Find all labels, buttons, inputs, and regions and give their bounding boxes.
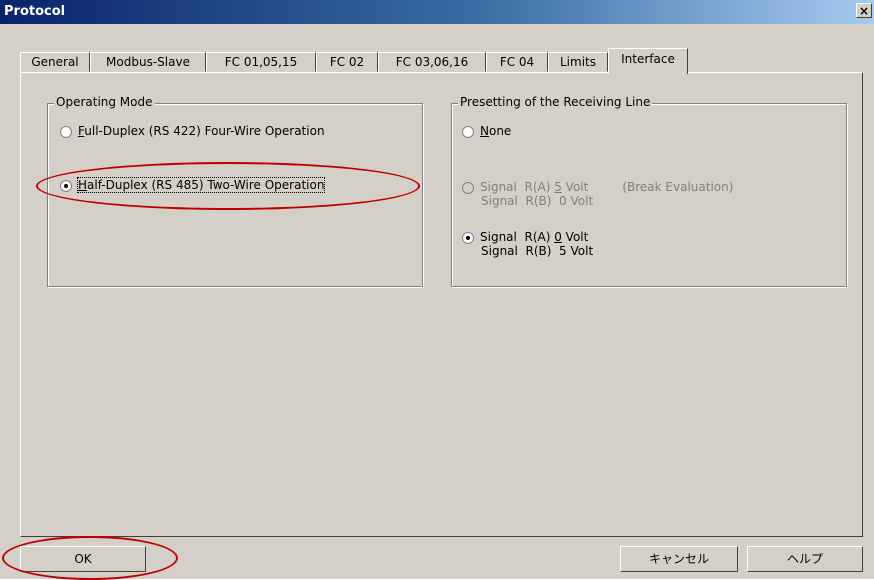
cancel-button[interactable]: キャンセル bbox=[620, 546, 738, 572]
tab-fc-04[interactable]: FC 04 bbox=[486, 52, 548, 72]
tab-label: Interface bbox=[621, 52, 675, 66]
help-button[interactable]: ヘルプ bbox=[747, 546, 863, 572]
tab-label: Modbus-Slave bbox=[106, 55, 190, 69]
protocol-dialog: Protocol × General Modbus-Slave FC 01,05… bbox=[0, 0, 874, 580]
preset-none-label: None bbox=[480, 124, 511, 138]
tab-label: Limits bbox=[560, 55, 596, 69]
volt-text: Volt bbox=[561, 180, 589, 194]
preset-option-break-eval[interactable]: Signal R(A) 5 Volt (Break Evaluation) bbox=[462, 180, 733, 194]
preset-none-option[interactable]: None bbox=[462, 124, 511, 138]
tab-general[interactable]: General bbox=[20, 52, 90, 72]
volt-text: Volt bbox=[561, 230, 589, 244]
presetting-title: Presetting of the Receiving Line bbox=[458, 95, 653, 109]
mnemonic-letter: 5 bbox=[554, 180, 562, 194]
mnemonic-letter: N bbox=[480, 124, 489, 138]
mnemonic-letter: H bbox=[78, 178, 88, 192]
preset-break-eval-line2: Signal R(B) 0 Volt bbox=[481, 194, 594, 208]
tab-label: FC 01,05,15 bbox=[224, 55, 298, 69]
preset-break-eval-radio[interactable] bbox=[462, 181, 474, 194]
preset-break-eval-line1: Signal R(A) 5 Volt bbox=[480, 180, 588, 194]
preset-option-ra-0v[interactable]: Signal R(A) 0 Volt bbox=[462, 230, 588, 244]
label-text: alf-Duplex (RS 485) Two-Wire Operation bbox=[87, 178, 325, 192]
tab-interface[interactable]: Interface bbox=[608, 48, 688, 74]
window-title: Protocol bbox=[4, 4, 66, 19]
preset-ra-0v-radio[interactable] bbox=[462, 231, 474, 244]
label-text: ull-Duplex (RS 422) Four-Wire Operation bbox=[84, 124, 325, 138]
interface-tab-panel: Operating Mode Full-Duplex (RS 422) Four… bbox=[20, 72, 863, 537]
mnemonic-letter: 0 bbox=[554, 230, 562, 244]
preset-ra-0v-line2: Signal R(B) 5 Volt bbox=[481, 244, 594, 258]
tab-modbus-slave[interactable]: Modbus-Slave bbox=[90, 52, 206, 72]
tab-fc-02[interactable]: FC 02 bbox=[316, 52, 378, 72]
full-duplex-radio[interactable] bbox=[60, 125, 72, 138]
tab-limits[interactable]: Limits bbox=[548, 52, 608, 72]
tab-label: FC 02 bbox=[329, 55, 365, 69]
close-button[interactable]: × bbox=[856, 3, 872, 18]
signal-a-text: Signal R(A) bbox=[480, 230, 555, 244]
label-text: one bbox=[488, 124, 512, 138]
break-evaluation-note: (Break Evaluation) bbox=[622, 180, 734, 194]
operating-mode-title: Operating Mode bbox=[54, 95, 155, 109]
title-bar[interactable]: Protocol × bbox=[0, 0, 874, 24]
half-duplex-radio[interactable] bbox=[60, 179, 72, 192]
full-duplex-option[interactable]: Full-Duplex (RS 422) Four-Wire Operation bbox=[60, 124, 325, 138]
operating-mode-group: Operating Mode Full-Duplex (RS 422) Four… bbox=[47, 95, 423, 287]
full-duplex-label: Full-Duplex (RS 422) Four-Wire Operation bbox=[78, 124, 325, 138]
tab-fc-01-05-15[interactable]: FC 01,05,15 bbox=[206, 52, 316, 72]
ok-button[interactable]: OK bbox=[20, 546, 146, 572]
half-duplex-label: Half-Duplex (RS 485) Two-Wire Operation bbox=[76, 177, 326, 193]
tab-fc-03-06-16[interactable]: FC 03,06,16 bbox=[378, 52, 486, 72]
tab-label: FC 04 bbox=[499, 55, 535, 69]
tab-label: FC 03,06,16 bbox=[395, 55, 469, 69]
signal-a-text: Signal R(A) bbox=[480, 180, 555, 194]
half-duplex-option[interactable]: Half-Duplex (RS 485) Two-Wire Operation bbox=[60, 177, 326, 193]
preset-ra-0v-line1: Signal R(A) 0 Volt bbox=[480, 230, 588, 244]
preset-none-radio[interactable] bbox=[462, 125, 474, 138]
presetting-group: Presetting of the Receiving Line None Si… bbox=[451, 95, 847, 287]
tab-label: General bbox=[31, 55, 79, 69]
